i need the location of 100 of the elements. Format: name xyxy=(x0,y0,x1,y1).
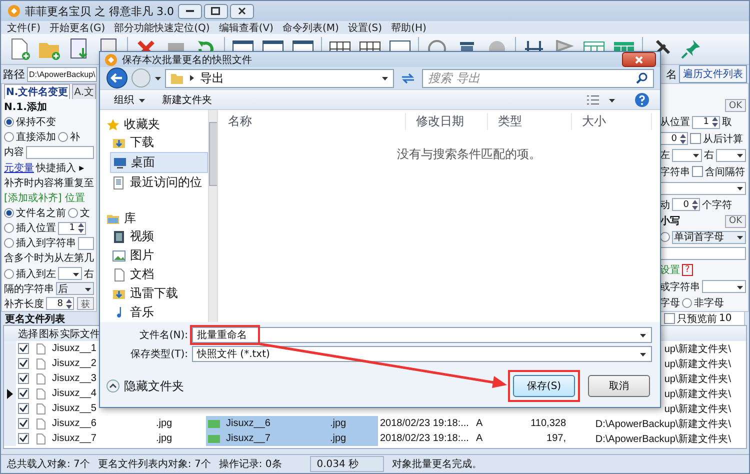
nav-item[interactable]: 音乐 xyxy=(110,303,208,322)
new-folder-button[interactable]: 新建文件夹 xyxy=(158,92,216,107)
variable-link[interactable]: 元变量 xyxy=(4,160,34,175)
view-list-icon[interactable] xyxy=(586,94,600,106)
column-header[interactable]: 大小 xyxy=(572,112,652,130)
nav-item[interactable]: 视频 xyxy=(110,227,208,246)
dropdown[interactable] xyxy=(672,148,702,162)
radio-button[interactable] xyxy=(4,238,14,248)
menu-item[interactable]: 编辑查看(V) xyxy=(218,20,274,34)
organize-button[interactable]: 组织 xyxy=(110,92,150,107)
panel-button[interactable]: OK xyxy=(725,99,746,112)
breadcrumb-item[interactable]: 导出 xyxy=(200,70,224,87)
caret-icon[interactable] xyxy=(154,74,162,82)
spin-box[interactable]: 1 xyxy=(692,116,720,129)
checkbox[interactable] xyxy=(18,433,29,444)
spin-box[interactable]: 0 xyxy=(660,132,688,146)
nav-item[interactable]: 库 xyxy=(104,210,208,227)
spin-box[interactable]: 8 xyxy=(46,297,74,310)
spinner-arrows-icon[interactable] xyxy=(711,116,719,128)
save-button[interactable]: 保存(S) xyxy=(513,375,575,397)
dropdown[interactable] xyxy=(716,148,746,162)
list-button[interactable]: 遍历文件列表 xyxy=(679,65,747,83)
maximize-button[interactable] xyxy=(204,4,228,18)
menu-item[interactable]: 开始更名(G) xyxy=(50,20,106,34)
extension-cell: .jpg xyxy=(156,418,172,429)
menu-item[interactable]: 帮助(H) xyxy=(391,20,426,34)
spinner-arrows-icon[interactable] xyxy=(65,298,73,310)
file-icon xyxy=(36,418,46,430)
radio-button[interactable] xyxy=(682,298,692,308)
address-field[interactable]: 导出 xyxy=(165,68,394,88)
nav-item[interactable]: 文档 xyxy=(110,265,208,284)
spinner-arrows-icon[interactable] xyxy=(679,132,687,145)
checkbox[interactable] xyxy=(18,358,29,369)
dropdown[interactable] xyxy=(58,267,82,280)
checkbox[interactable] xyxy=(18,388,29,399)
dropdown[interactable]: 后 xyxy=(56,282,94,296)
spinner-arrows-icon[interactable] xyxy=(77,222,85,234)
panel-button[interactable]: 获 xyxy=(77,297,94,310)
dropdown[interactable]: 单词首字母 xyxy=(672,230,746,244)
label-text: 补齐时内容将重复至 xyxy=(4,176,94,190)
column-header[interactable]: 修改日期 xyxy=(406,112,488,130)
menu-item[interactable]: 设置(S) xyxy=(348,20,382,34)
checkbox[interactable] xyxy=(18,343,29,354)
help-icon[interactable] xyxy=(634,92,650,108)
radio-button[interactable] xyxy=(4,268,14,279)
date-cell: 2018/02/23 19:18:... xyxy=(380,433,469,444)
radio-button[interactable] xyxy=(68,208,78,218)
tab[interactable]: N.文件名变更 xyxy=(4,84,70,99)
pin-icon[interactable] xyxy=(679,37,703,61)
close-button[interactable] xyxy=(622,52,656,68)
attribute-cell: A xyxy=(476,433,483,444)
spin-box[interactable]: 0 xyxy=(672,198,700,212)
row-marker[interactable] xyxy=(4,431,16,446)
search-field[interactable]: 搜索 导出 xyxy=(422,68,654,88)
column-header[interactable]: 类型 xyxy=(488,112,572,130)
text-field[interactable] xyxy=(26,146,94,159)
radio-button[interactable] xyxy=(660,232,670,242)
radio-button[interactable] xyxy=(58,132,68,142)
checkbox[interactable] xyxy=(664,313,675,324)
help-button[interactable]: ? xyxy=(682,264,693,276)
minimize-button[interactable] xyxy=(178,4,202,18)
section-label: 设置 xyxy=(660,264,680,278)
row-marker[interactable] xyxy=(4,341,16,356)
file-name-field[interactable]: 批量重命名 xyxy=(192,327,652,343)
close-button[interactable] xyxy=(230,4,254,18)
path-cell-text: up\新建文件夹\ xyxy=(664,402,731,416)
checkbox[interactable] xyxy=(18,403,29,414)
menu-item[interactable]: 文件(F) xyxy=(7,20,41,34)
nav-item[interactable]: 桌面 xyxy=(110,152,208,173)
hide-folders-toggle[interactable]: 隐藏文件夹 xyxy=(102,378,184,394)
nav-item[interactable]: 收藏夹 xyxy=(104,116,208,133)
nav-item[interactable]: 最近访问的位 xyxy=(110,173,208,192)
caret-icon[interactable] xyxy=(381,74,389,82)
radio-button[interactable] xyxy=(4,208,14,218)
column-header[interactable]: 名称 xyxy=(218,112,406,130)
nav-item[interactable]: 图片 xyxy=(110,246,208,265)
folder-icon xyxy=(170,71,184,86)
path-field[interactable]: D:\ApowerBackup\ xyxy=(27,66,97,82)
radio-button[interactable] xyxy=(4,132,14,142)
nav-item[interactable]: 迅雷下载 xyxy=(110,284,208,303)
menu-item[interactable]: 部分功能快速定位(Q) xyxy=(114,20,210,34)
text-field[interactable] xyxy=(78,236,94,250)
column-header: 实际文件 xyxy=(60,328,100,340)
panel-button[interactable]: OK xyxy=(725,214,746,228)
file-type-dropdown[interactable]: 快照文件 (*.txt) xyxy=(192,346,652,362)
tab[interactable]: A.文 xyxy=(72,84,96,99)
nav-item[interactable]: 下载 xyxy=(110,133,208,152)
spin-box[interactable]: 1 xyxy=(58,222,86,235)
checkbox[interactable] xyxy=(692,166,703,178)
cancel-button[interactable]: 取消 xyxy=(588,375,650,397)
radio-button[interactable] xyxy=(4,223,14,234)
text-field[interactable] xyxy=(660,247,746,260)
checkbox[interactable] xyxy=(18,373,29,384)
label-text: 隔的字符串 xyxy=(4,282,54,296)
chevron-icon xyxy=(189,74,195,82)
checkbox[interactable] xyxy=(690,133,701,144)
checkbox[interactable] xyxy=(18,418,29,429)
radio-button[interactable] xyxy=(4,117,14,128)
menu-item[interactable]: 命令列表(M) xyxy=(282,20,339,34)
spinner-arrows-icon[interactable] xyxy=(691,198,699,211)
